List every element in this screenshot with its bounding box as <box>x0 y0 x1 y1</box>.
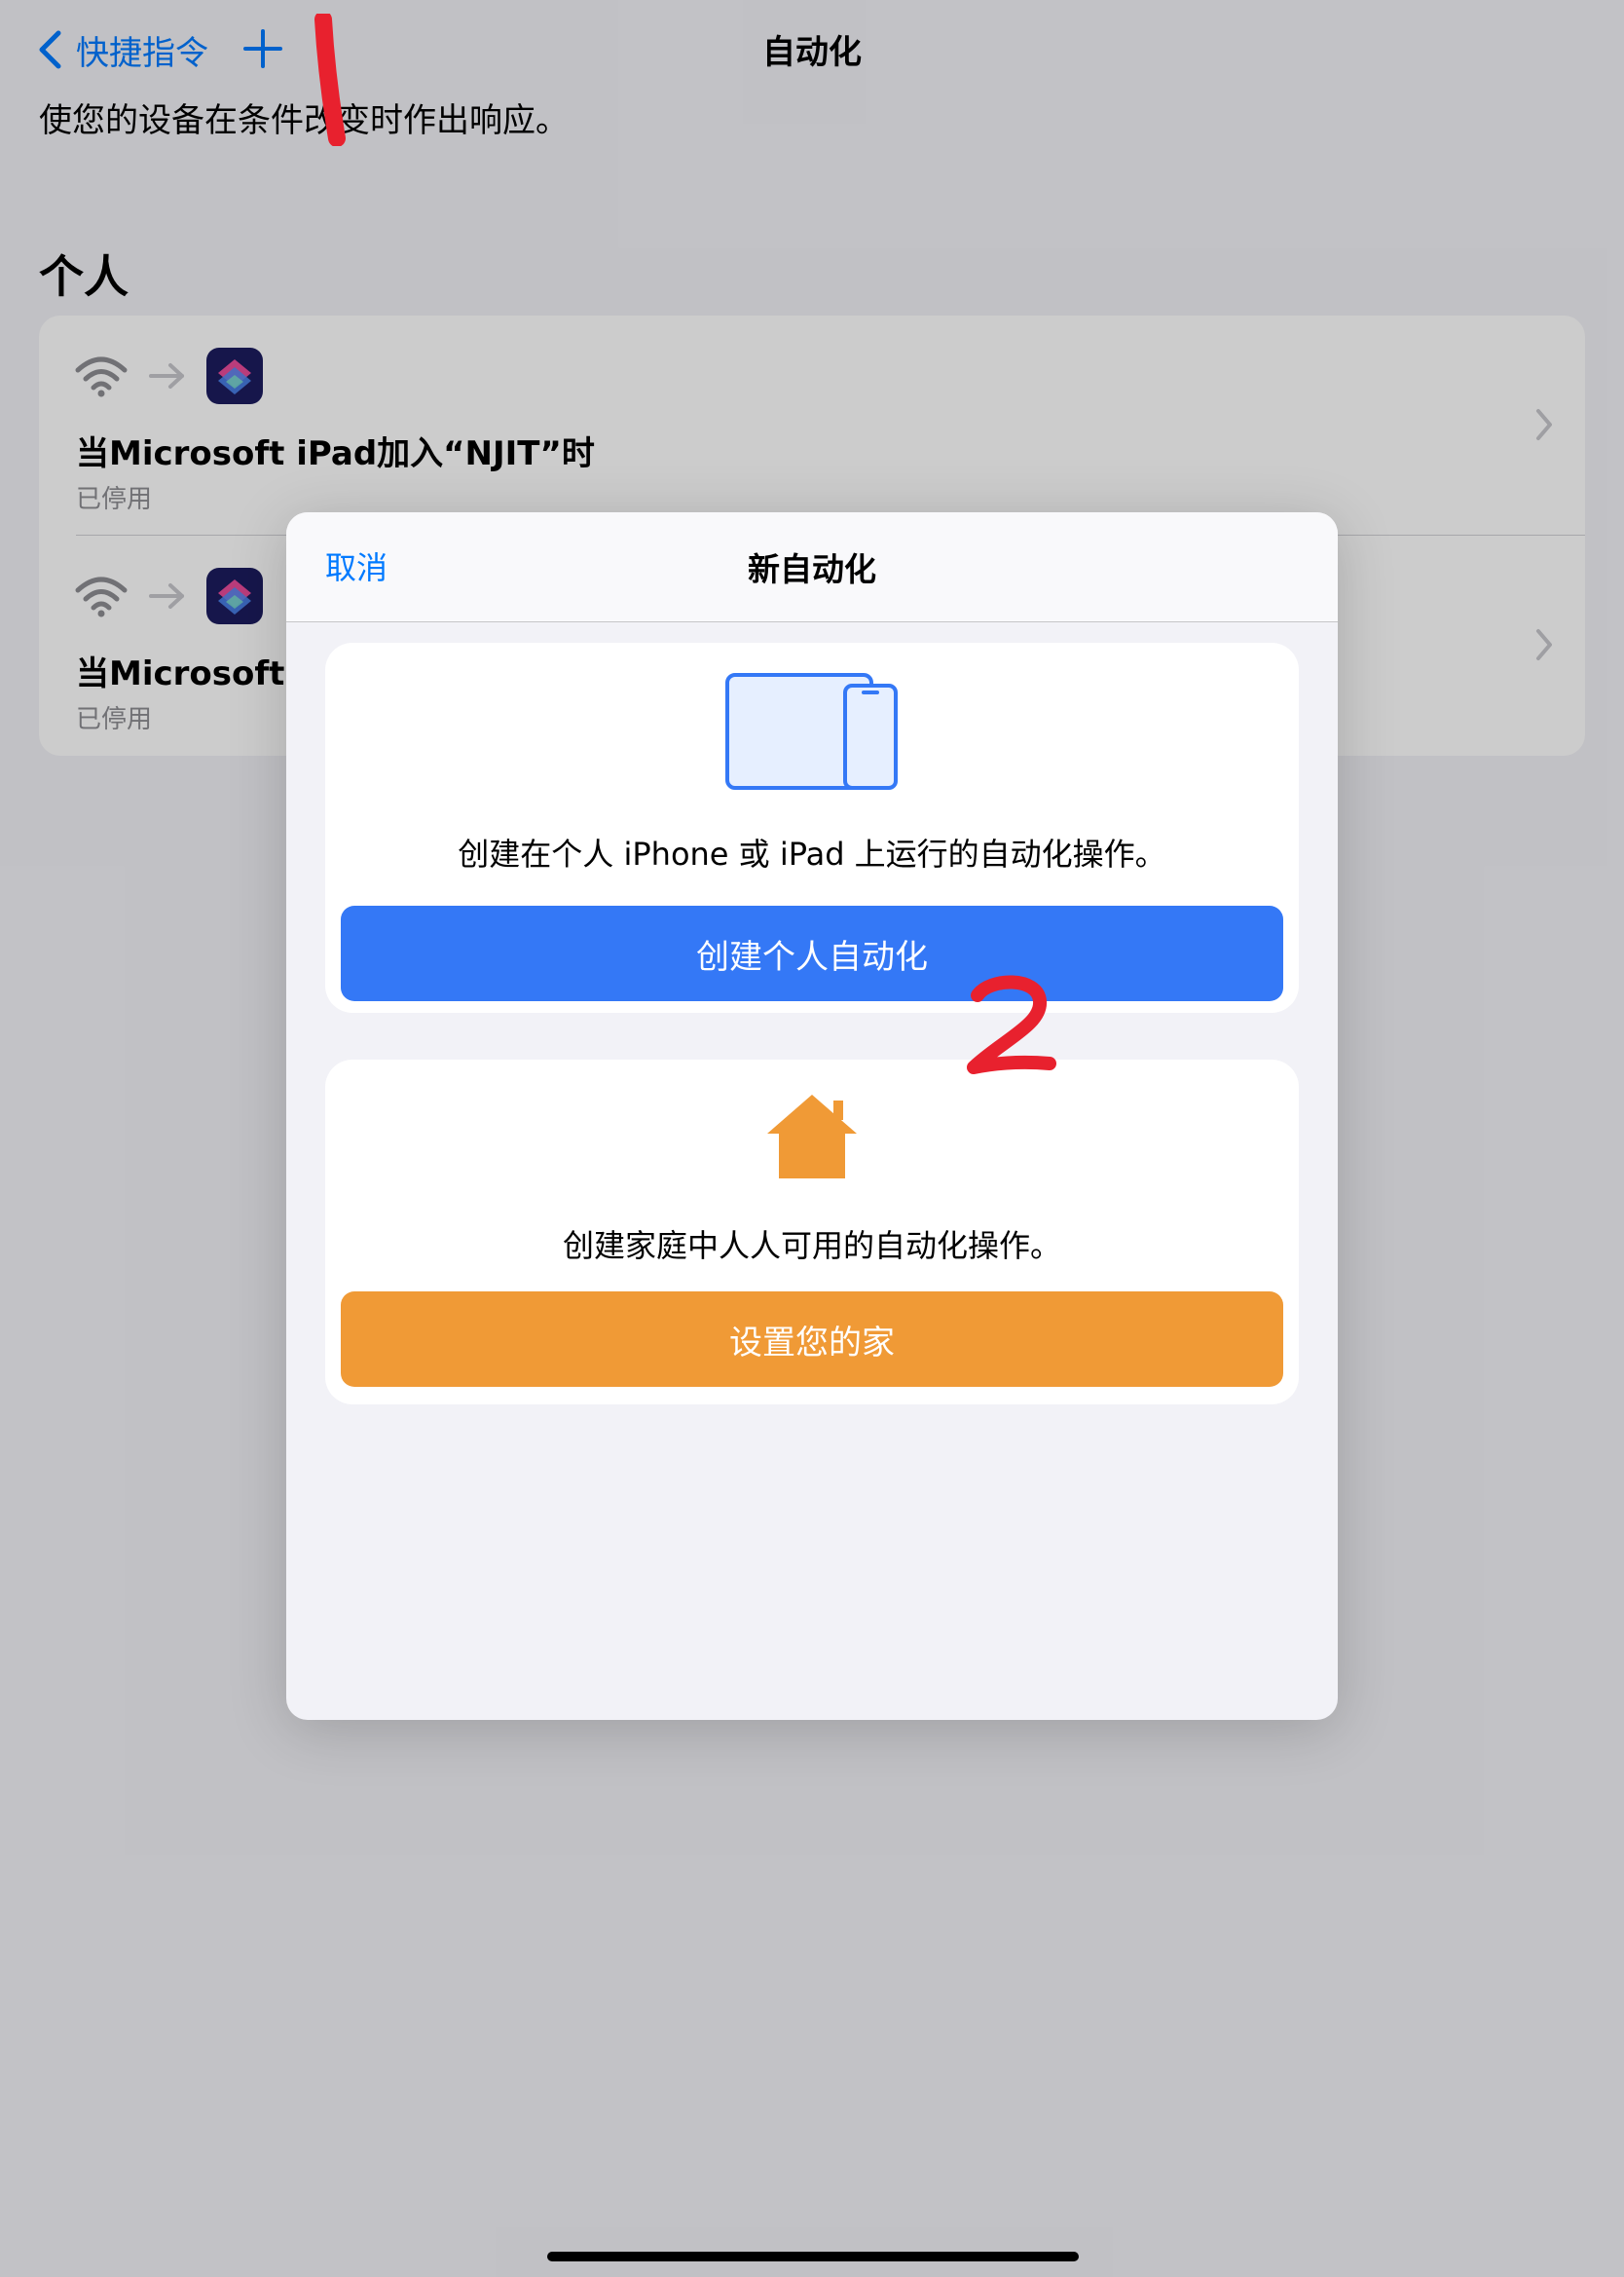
annotation-number-2 <box>967 975 1056 1074</box>
create-personal-automation-button[interactable]: 创建个人自动化 <box>341 906 1283 1001</box>
annotation-number-1 <box>314 14 346 146</box>
personal-automation-card: 创建在个人 iPhone 或 iPad 上运行的自动化操作。 创建个人自动化 <box>325 643 1299 1013</box>
home-automation-card: 创建家庭中人人可用的自动化操作。 设置您的家 <box>325 1060 1299 1404</box>
sheet-title: 新自动化 <box>748 550 876 588</box>
ipad-iphone-icon <box>725 673 898 790</box>
set-up-home-button[interactable]: 设置您的家 <box>341 1291 1283 1387</box>
personal-description: 创建在个人 iPhone 或 iPad 上运行的自动化操作。 <box>458 836 1166 873</box>
house-icon <box>767 1095 857 1178</box>
sheet-header: 取消 新自动化 <box>286 512 1338 622</box>
home-description: 创建家庭中人人可用的自动化操作。 <box>562 1227 1061 1264</box>
new-automation-sheet: 取消 新自动化 创建在个人 iPhone 或 iPad 上运行的自动化操作。 创… <box>286 512 1338 1720</box>
home-indicator[interactable] <box>547 2252 1079 2261</box>
